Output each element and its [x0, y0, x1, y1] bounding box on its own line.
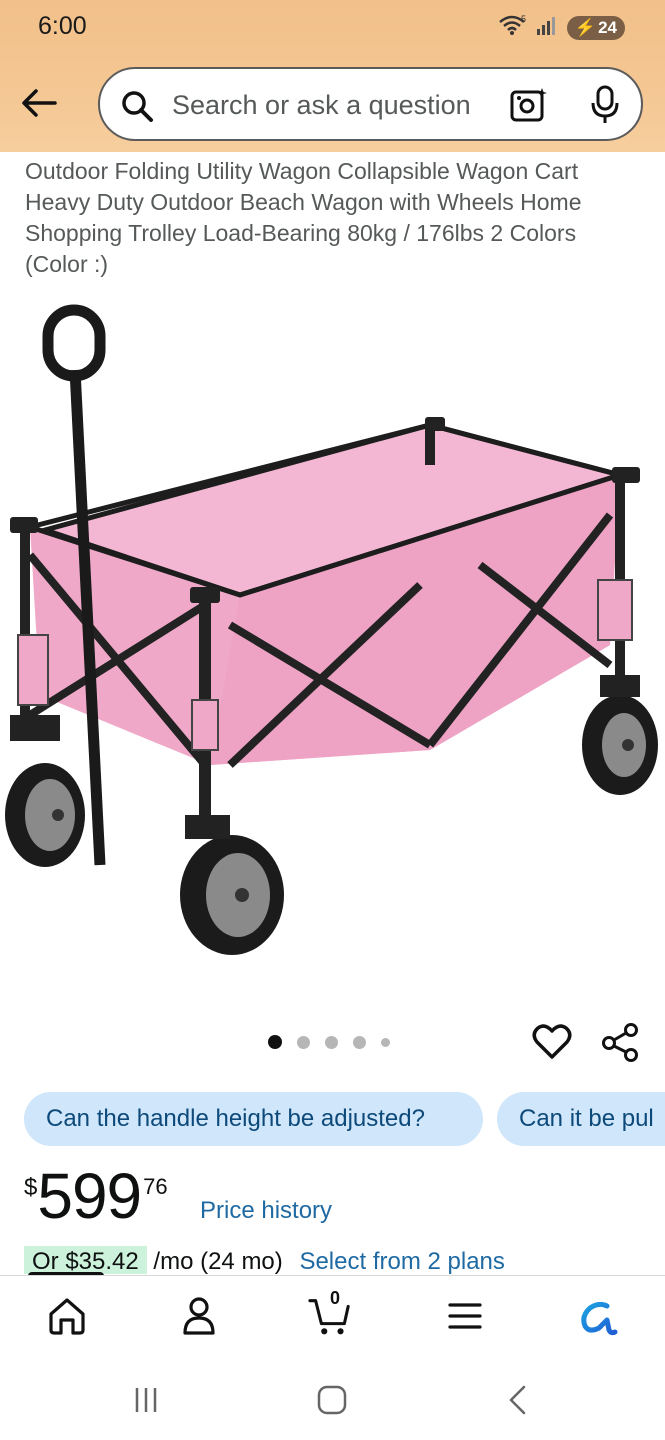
- menu-icon: [448, 1303, 482, 1329]
- system-home-button[interactable]: [312, 1380, 352, 1420]
- battery-indicator: ⚡ 24: [566, 15, 625, 40]
- installment-badge: Or $35.42: [24, 1246, 147, 1274]
- signal-icon: [535, 14, 559, 41]
- question-chip[interactable]: Can it be pul: [497, 1092, 665, 1146]
- status-time: 6:00: [38, 12, 87, 40]
- bottom-navigation: 0: [0, 1275, 665, 1359]
- installment-text: /mo (24 mo): [153, 1248, 283, 1274]
- back-arrow-icon: [22, 89, 57, 117]
- product-title[interactable]: Outdoor Folding Utility Wagon Collapsibl…: [25, 156, 645, 280]
- nav-menu[interactable]: [443, 1294, 487, 1338]
- share-button[interactable]: [600, 1022, 640, 1062]
- share-icon: [602, 1023, 638, 1062]
- system-home-icon: [317, 1385, 347, 1415]
- system-back-button[interactable]: [498, 1380, 538, 1420]
- account-icon: [183, 1297, 215, 1335]
- system-back-icon: [509, 1385, 526, 1415]
- select-plans-link[interactable]: Select from 2 plans: [299, 1248, 504, 1274]
- installment-offer: Or $35.42 /mo (24 mo) Select from 2 plan…: [24, 1246, 644, 1274]
- microphone-icon[interactable]: [590, 85, 620, 130]
- cart-count: 0: [330, 1288, 341, 1308]
- nav-rufus[interactable]: [576, 1294, 620, 1338]
- recents-icon: [135, 1388, 157, 1412]
- app-header: 6:00 5 ⚡ 24: [0, 0, 665, 152]
- product-price: $ 599 76: [24, 1160, 168, 1232]
- search-icon: [120, 89, 154, 128]
- battery-level: 24: [598, 17, 617, 37]
- product-image[interactable]: [0, 295, 665, 995]
- wifi-label: 5: [521, 14, 526, 24]
- nav-home[interactable]: [45, 1294, 89, 1338]
- heart-icon: [532, 1024, 572, 1059]
- search-input[interactable]: [172, 85, 492, 125]
- price-history-link[interactable]: Price history: [200, 1197, 332, 1225]
- carousel-dot[interactable]: [325, 1035, 338, 1049]
- nav-account[interactable]: [177, 1294, 221, 1338]
- price-fraction: 76: [143, 1174, 168, 1199]
- carousel-dot[interactable]: [381, 1037, 390, 1047]
- carousel-dot[interactable]: [297, 1035, 310, 1049]
- wifi-icon: 5: [497, 14, 527, 41]
- status-icons: 5 ⚡ 24: [497, 14, 625, 41]
- recents-button[interactable]: [126, 1380, 166, 1420]
- image-carousel-dots[interactable]: [268, 1035, 390, 1049]
- wishlist-button[interactable]: [532, 1022, 572, 1062]
- system-navigation: [0, 1360, 665, 1440]
- rufus-icon: [581, 1301, 618, 1336]
- carousel-dot[interactable]: [268, 1035, 282, 1049]
- camera-search-icon[interactable]: [510, 86, 548, 129]
- back-button[interactable]: [18, 82, 60, 124]
- price-whole: 599: [37, 1160, 142, 1232]
- charging-icon: ⚡: [574, 17, 597, 37]
- carousel-dot[interactable]: [353, 1035, 366, 1049]
- price-currency-symbol: $: [24, 1174, 38, 1201]
- home-icon: [49, 1298, 85, 1335]
- search-bar[interactable]: [98, 67, 643, 141]
- question-chip[interactable]: Can the handle height be adjusted?: [24, 1092, 483, 1146]
